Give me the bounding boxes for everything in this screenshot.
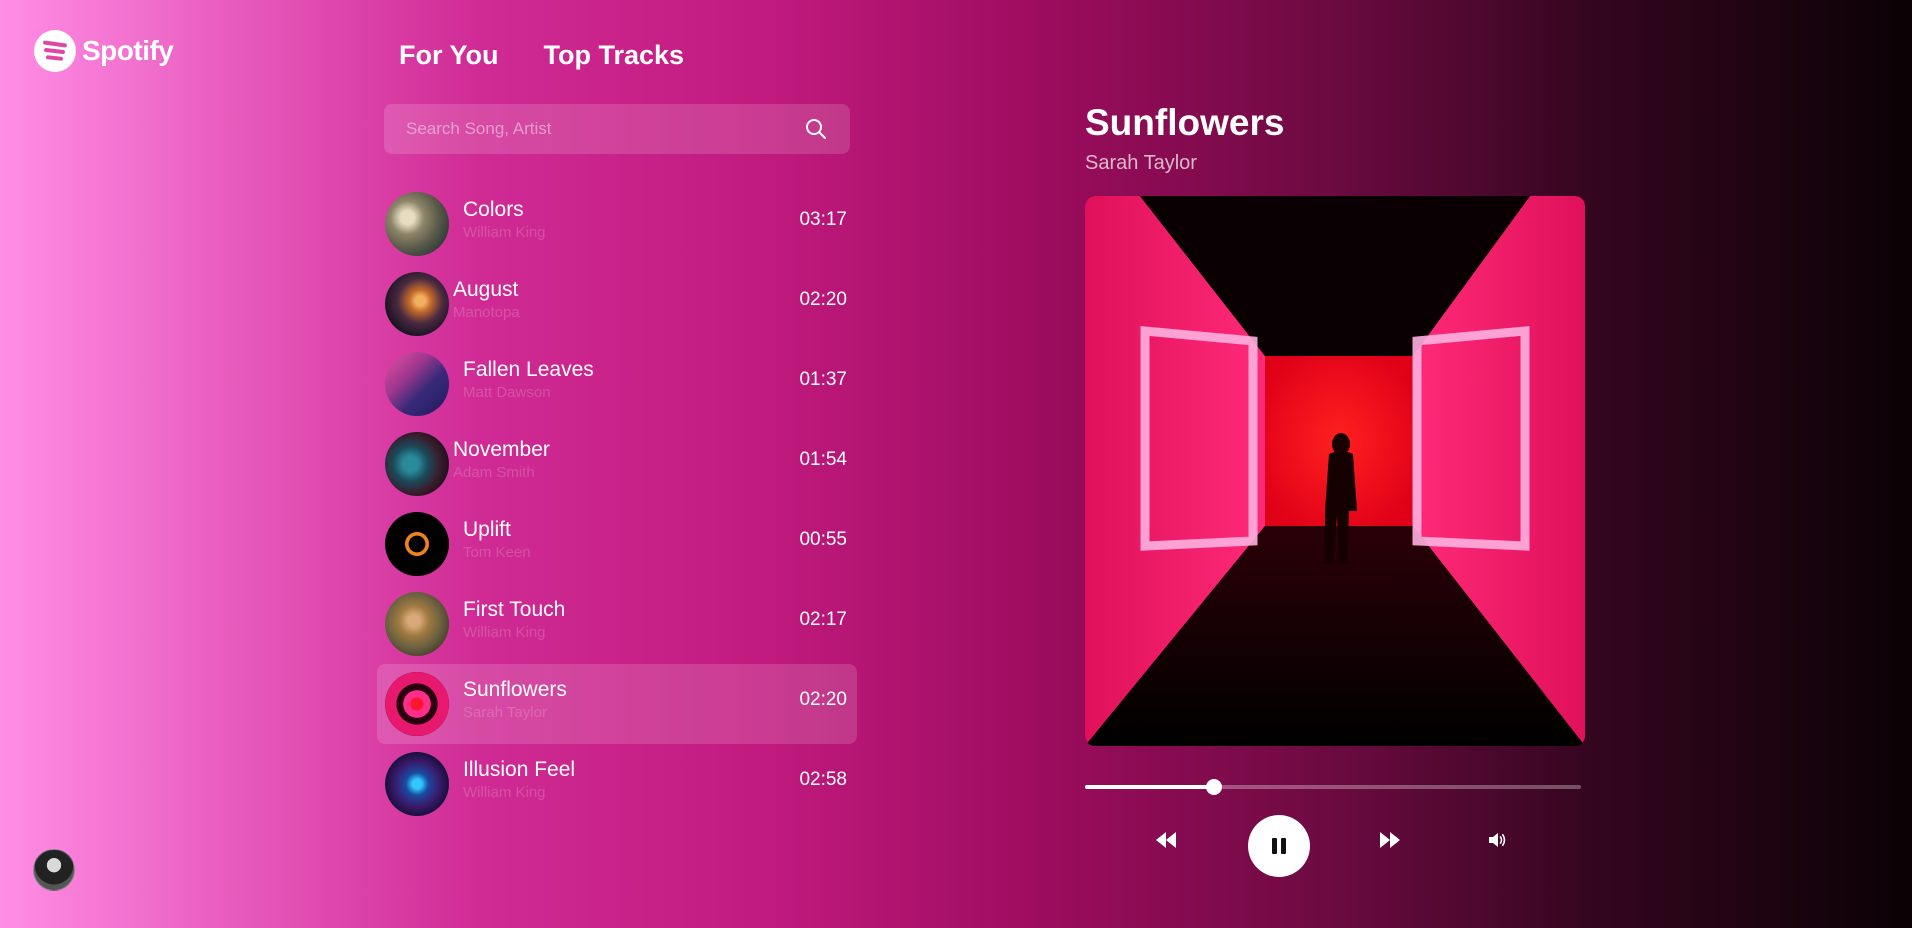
spotify-logo[interactable]: Spotify bbox=[34, 30, 174, 72]
album-cover-art bbox=[1085, 196, 1585, 746]
track-row-november[interactable]: November Adam Smith 01:54 bbox=[377, 424, 857, 504]
track-row-colors[interactable]: Colors William King 03:17 bbox=[377, 184, 857, 264]
now-playing-artist: Sarah Taylor bbox=[1085, 152, 1197, 174]
track-duration: 02:20 bbox=[799, 689, 847, 710]
search-bar bbox=[384, 104, 850, 154]
track-title: November bbox=[453, 438, 550, 461]
track-duration: 01:54 bbox=[799, 449, 847, 470]
pause-icon bbox=[1272, 838, 1286, 854]
app-name: Spotify bbox=[82, 35, 174, 66]
track-title: Colors bbox=[463, 198, 524, 221]
track-duration: 02:58 bbox=[799, 769, 847, 790]
user-avatar[interactable] bbox=[33, 849, 75, 891]
track-cover-image bbox=[385, 432, 449, 496]
track-title: Uplift bbox=[463, 518, 511, 541]
track-cover-image bbox=[385, 672, 449, 736]
track-duration: 02:20 bbox=[799, 289, 847, 310]
track-title: Illusion Feel bbox=[463, 758, 576, 781]
search-input[interactable] bbox=[384, 118, 788, 140]
pause-button[interactable] bbox=[1248, 815, 1310, 877]
track-cover-image bbox=[385, 352, 449, 416]
track-duration: 01:37 bbox=[799, 369, 847, 390]
fast-forward-icon[interactable] bbox=[1380, 832, 1400, 848]
track-title: August bbox=[453, 278, 519, 301]
track-artist: William King bbox=[463, 784, 546, 801]
progress-fill bbox=[1085, 785, 1214, 789]
tab-for-you[interactable]: For You bbox=[399, 40, 499, 71]
track-artist: William King bbox=[463, 624, 546, 641]
track-row-sunflowers[interactable]: Sunflowers Sarah Taylor 02:20 bbox=[377, 664, 857, 744]
track-row-illusion-feel[interactable]: Illusion Feel William King 02:58 bbox=[377, 744, 857, 824]
track-cover-image bbox=[385, 512, 449, 576]
track-title: Sunflowers bbox=[463, 678, 567, 701]
track-artist: Manotopa bbox=[453, 304, 520, 321]
tab-bar: For You Top Tracks bbox=[399, 40, 684, 71]
rewind-icon[interactable] bbox=[1156, 832, 1176, 848]
track-artist: William King bbox=[463, 224, 546, 241]
search-icon[interactable] bbox=[804, 117, 828, 141]
progress-handle[interactable] bbox=[1205, 779, 1222, 795]
track-duration: 02:17 bbox=[799, 609, 847, 630]
track-artist: Tom Keen bbox=[463, 544, 531, 561]
track-cover-image bbox=[385, 752, 449, 816]
album-cover bbox=[1085, 196, 1585, 746]
track-duration: 03:17 bbox=[799, 209, 847, 230]
track-duration: 00:55 bbox=[799, 529, 847, 550]
track-list: Colors William King 03:17 August Manotop… bbox=[377, 184, 857, 824]
track-row-first-touch[interactable]: First Touch William King 02:17 bbox=[377, 584, 857, 664]
track-artist: Matt Dawson bbox=[463, 384, 551, 401]
spotify-logo-icon bbox=[34, 30, 76, 72]
track-title: First Touch bbox=[463, 598, 566, 621]
track-row-fallen-leaves[interactable]: Fallen Leaves Matt Dawson 01:37 bbox=[377, 344, 857, 424]
track-cover-image bbox=[385, 192, 449, 256]
track-row-august[interactable]: August Manotopa 02:20 bbox=[377, 264, 857, 344]
track-cover-image bbox=[385, 592, 449, 656]
progress-bar[interactable] bbox=[1085, 779, 1581, 795]
tab-top-tracks[interactable]: Top Tracks bbox=[544, 40, 685, 71]
track-title: Fallen Leaves bbox=[463, 358, 594, 381]
now-playing-title: Sunflowers bbox=[1085, 102, 1285, 143]
track-artist: Sarah Taylor bbox=[463, 704, 547, 721]
volume-icon[interactable] bbox=[1489, 832, 1507, 848]
track-artist: Adam Smith bbox=[453, 464, 535, 481]
track-row-uplift[interactable]: Uplift Tom Keen 00:55 bbox=[377, 504, 857, 584]
track-cover-image bbox=[385, 272, 449, 336]
